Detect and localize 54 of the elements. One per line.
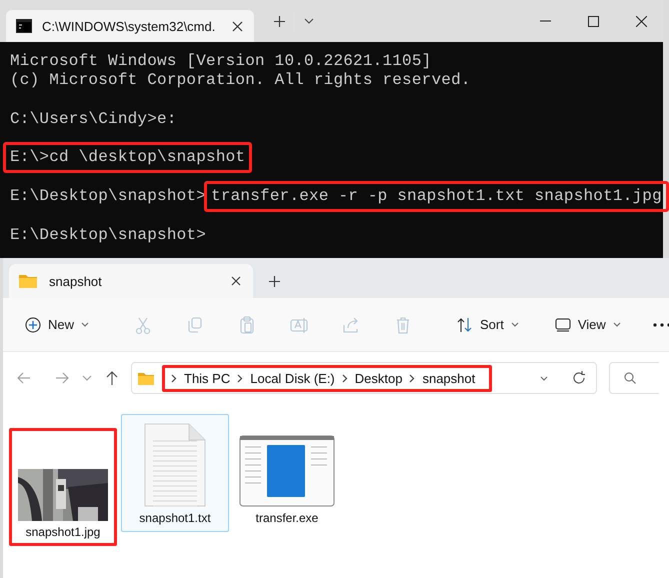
terminal-tab[interactable]: C:\WINDOWS\system32\cmd.	[6, 10, 254, 42]
console-command: E:\Desktop\snapshot>	[10, 226, 206, 245]
folder-icon	[138, 372, 154, 384]
terminal-icon	[16, 19, 32, 33]
forward-icon[interactable]	[55, 371, 69, 385]
chevron-icon	[409, 374, 416, 382]
plus-icon	[25, 316, 41, 332]
file-name: snapshot1.txt	[139, 511, 211, 525]
chevron-icon	[342, 374, 348, 382]
close-icon[interactable]	[635, 15, 647, 27]
chevron-icon	[171, 374, 177, 382]
breadcrumb-item[interactable]: snapshot	[422, 370, 476, 386]
folder-icon	[19, 274, 37, 288]
view-icon	[554, 318, 571, 332]
new-tab-icon[interactable]	[272, 14, 286, 28]
caret-icon	[81, 322, 90, 327]
search-icon	[624, 372, 636, 384]
more-icon[interactable]	[652, 322, 669, 328]
tab-title: C:\WINDOWS\system32\cmd.	[42, 18, 216, 34]
address-bar[interactable]: This PC Local Disk (E:) Desktop snapshot	[131, 362, 597, 394]
close-icon[interactable]	[229, 274, 243, 288]
maximize-icon[interactable]	[587, 15, 599, 27]
sort-button[interactable]: Sort	[453, 308, 523, 342]
refresh-icon[interactable]	[572, 371, 586, 385]
application-icon	[239, 435, 335, 507]
breadcrumb-item[interactable]: Desktop	[354, 370, 402, 386]
tab-title: snapshot	[49, 274, 103, 288]
new-tab-icon[interactable]	[267, 274, 281, 288]
caret-icon	[612, 322, 621, 327]
chevron-icon	[237, 374, 244, 382]
console-output: Microsoft Windows [Version 10.0.22621.1105]	[10, 52, 432, 72]
up-icon[interactable]	[105, 371, 119, 385]
file-name: snapshot1.jpg	[26, 525, 100, 539]
console-command: transfer.exe -r -p snapshot1.txt snapshot1.jpg	[211, 186, 662, 206]
file-item[interactable]: transfer.exe	[233, 414, 341, 532]
console-output: (c) Microsoft Corporation. All rights reserved.	[10, 71, 471, 91]
breadcrumb-item[interactable]: Local Disk (E:)	[250, 370, 335, 386]
file-item[interactable]: snapshot1.jpg	[9, 428, 117, 546]
view-button[interactable]: View	[550, 308, 625, 342]
breadcrumb-item[interactable]: This PC	[184, 370, 230, 386]
close-icon[interactable]	[230, 19, 244, 33]
caret-icon	[510, 322, 519, 327]
new-button[interactable]: New	[21, 308, 94, 342]
console-command: C:\Users\Cindy>e:	[10, 110, 177, 130]
caret-icon	[540, 376, 548, 380]
text-file-icon	[143, 423, 207, 507]
explorer-tab[interactable]: snapshot	[9, 264, 253, 298]
sort-icon	[457, 316, 474, 332]
console-command: E:\Desktop\snapshot>	[10, 187, 206, 206]
console-command: E:\>cd \desktop\snapshot	[10, 148, 246, 168]
search-field[interactable]	[609, 362, 659, 394]
file-item[interactable]: snapshot1.txt	[121, 414, 229, 532]
file-name: transfer.exe	[256, 511, 318, 525]
back-icon[interactable]	[17, 371, 31, 385]
